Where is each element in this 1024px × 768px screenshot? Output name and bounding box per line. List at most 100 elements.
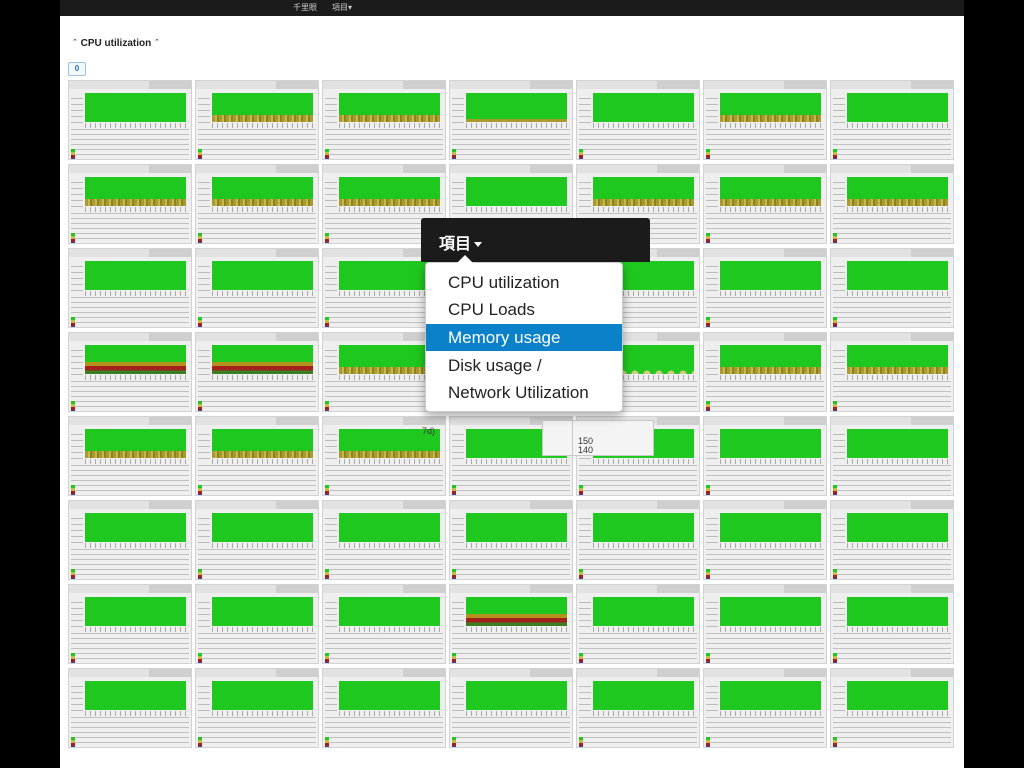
legend-color-keys	[833, 401, 837, 411]
graph-thumbnail[interactable]	[195, 80, 319, 160]
legend-color-keys	[71, 737, 75, 747]
graph-thumbnail[interactable]	[449, 500, 573, 580]
graph-thumbnail[interactable]	[449, 668, 573, 748]
graph-plot-area	[847, 93, 948, 122]
graph-thumbnail[interactable]	[703, 584, 827, 664]
graph-plot-area	[593, 93, 694, 122]
graph-thumbnail[interactable]	[703, 80, 827, 160]
brand-link[interactable]: 千里眼	[293, 0, 317, 16]
graph-thumbnail[interactable]	[322, 80, 446, 160]
graph-thumbnail[interactable]	[195, 164, 319, 244]
graph-thumbnail[interactable]	[703, 500, 827, 580]
nav-menu-link[interactable]: 項目▾	[332, 0, 352, 16]
graph-series	[212, 199, 313, 206]
graph-header-tab	[911, 333, 953, 341]
x-axis	[720, 543, 821, 548]
graph-thumbnail[interactable]	[576, 668, 700, 748]
x-axis	[85, 375, 186, 380]
graph-thumbnail[interactable]	[703, 164, 827, 244]
graph-header-tab	[657, 585, 699, 593]
graph-thumbnail[interactable]	[68, 164, 192, 244]
graph-thumbnail[interactable]	[830, 164, 954, 244]
graph-thumbnail[interactable]	[703, 332, 827, 412]
graph-plot-area	[339, 513, 440, 542]
legend-color-keys	[706, 401, 710, 411]
x-axis	[847, 459, 948, 464]
graph-thumbnail[interactable]	[830, 500, 954, 580]
x-axis	[720, 711, 821, 716]
graph-thumbnail[interactable]	[68, 416, 192, 496]
legend-color-keys	[198, 233, 202, 243]
x-axis	[466, 207, 567, 212]
count-badge[interactable]: 0	[68, 62, 86, 76]
menu-item-disk-usage[interactable]: Disk usage /	[426, 352, 622, 379]
graph-thumbnail[interactable]	[322, 584, 446, 664]
x-axis	[212, 459, 313, 464]
graph-thumbnail[interactable]	[830, 80, 954, 160]
legend-color-keys	[706, 653, 710, 663]
graph-thumbnail[interactable]	[195, 416, 319, 496]
graph-thumbnail[interactable]	[68, 248, 192, 328]
graph-legend	[198, 549, 316, 579]
graph-plot-area	[466, 513, 567, 542]
y-axis	[579, 513, 591, 547]
y-axis	[833, 597, 845, 631]
graph-thumbnail[interactable]	[449, 80, 573, 160]
items-dropdown-toggle[interactable]: 項目	[439, 230, 483, 254]
legend-color-keys	[452, 149, 456, 159]
graph-legend	[198, 633, 316, 663]
graph-legend	[833, 633, 951, 663]
graph-plot-area	[847, 513, 948, 542]
graph-thumbnail[interactable]	[576, 584, 700, 664]
graph-thumbnail[interactable]	[576, 500, 700, 580]
graph-thumbnail[interactable]	[68, 500, 192, 580]
graph-thumbnail[interactable]	[68, 668, 192, 748]
graph-series	[847, 199, 948, 206]
graph-thumbnail[interactable]	[703, 416, 827, 496]
graph-thumbnail[interactable]	[195, 584, 319, 664]
graph-legend	[579, 129, 697, 159]
legend-color-keys	[833, 233, 837, 243]
graph-thumbnail[interactable]	[830, 248, 954, 328]
menu-item-network-utilization[interactable]: Network Utilization	[426, 379, 622, 406]
graph-thumbnail[interactable]	[68, 332, 192, 412]
graph-header-tab	[530, 81, 572, 89]
legend-color-keys	[71, 317, 75, 327]
menu-item-cpu-utilization[interactable]: CPU utilization	[426, 269, 622, 296]
graph-thumbnail[interactable]	[68, 584, 192, 664]
x-axis	[847, 123, 948, 128]
graph-legend	[833, 129, 951, 159]
graph-thumbnail[interactable]	[830, 332, 954, 412]
menu-item-memory-usage[interactable]: Memory usage	[426, 324, 622, 351]
graph-thumbnail[interactable]	[195, 500, 319, 580]
y-axis	[833, 261, 845, 295]
graph-legend	[706, 297, 824, 327]
legend-color-keys	[833, 737, 837, 747]
graph-legend	[198, 465, 316, 495]
graph-thumbnail[interactable]	[195, 668, 319, 748]
y-axis	[71, 93, 83, 127]
graph-legend	[833, 213, 951, 243]
graph-thumbnail[interactable]	[703, 248, 827, 328]
graph-thumbnail[interactable]	[830, 584, 954, 664]
graph-header-tab	[149, 165, 191, 173]
graph-header-tab	[657, 81, 699, 89]
graph-thumbnail[interactable]	[830, 668, 954, 748]
graph-thumbnail[interactable]	[195, 248, 319, 328]
graph-thumbnail[interactable]	[830, 416, 954, 496]
x-axis	[212, 711, 313, 716]
graph-thumbnail[interactable]	[449, 584, 573, 664]
graph-thumbnail[interactable]	[322, 500, 446, 580]
graph-thumbnail[interactable]	[703, 668, 827, 748]
y-axis	[833, 429, 845, 463]
graph-thumbnail[interactable]	[68, 80, 192, 160]
graph-thumbnail[interactable]	[195, 332, 319, 412]
menu-item-cpu-loads[interactable]: CPU Loads	[426, 296, 622, 323]
graph-header-tab	[149, 81, 191, 89]
y-axis	[71, 429, 83, 463]
x-axis	[593, 627, 694, 632]
graph-thumbnail[interactable]	[576, 80, 700, 160]
graph-header-tab	[403, 417, 445, 425]
legend-color-keys	[579, 569, 583, 579]
graph-thumbnail[interactable]	[322, 668, 446, 748]
